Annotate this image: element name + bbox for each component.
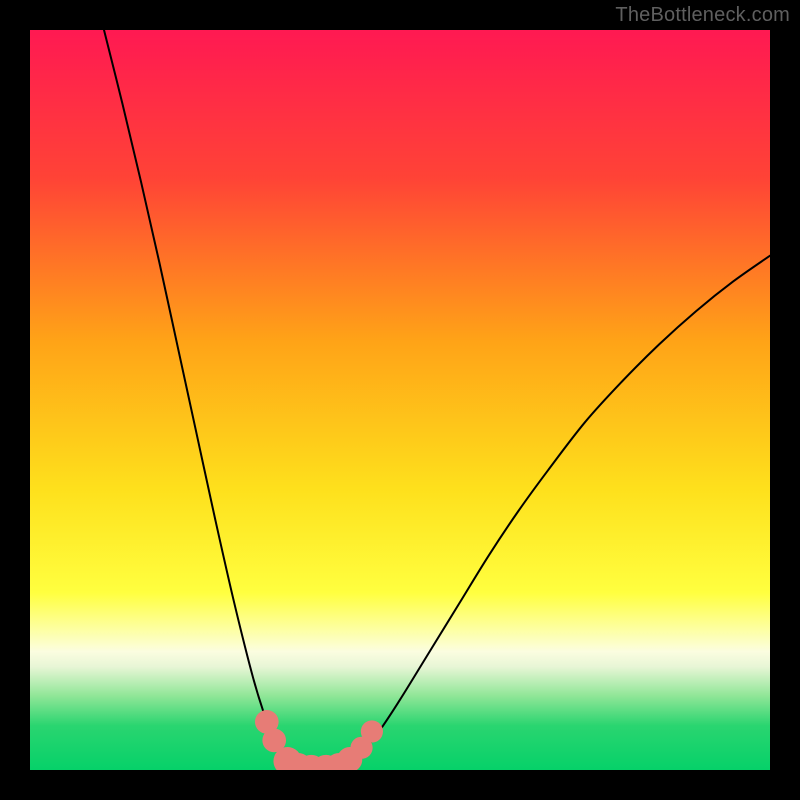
gradient-background (30, 30, 770, 770)
chart-frame: TheBottleneck.com (0, 0, 800, 800)
chart-svg (30, 30, 770, 770)
watermark-text: TheBottleneck.com (615, 4, 790, 27)
marker-dot (361, 720, 383, 742)
plot-area (30, 30, 770, 770)
